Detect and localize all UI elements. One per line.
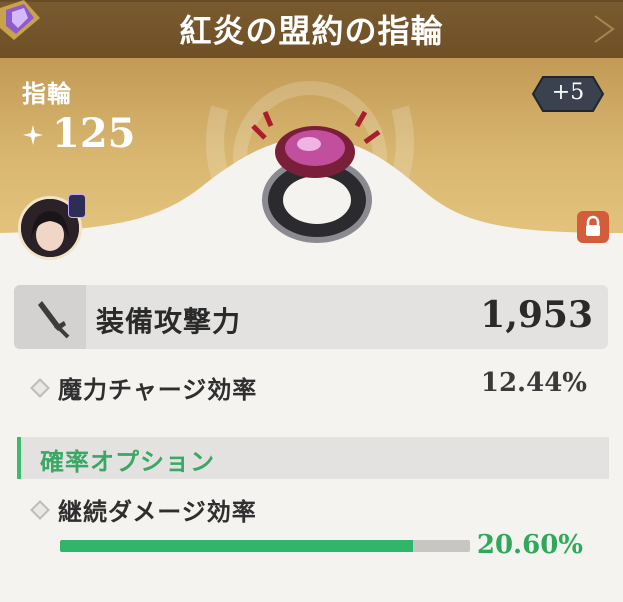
main-stat-label: 装備攻撃力 xyxy=(96,305,242,338)
character-element-badge xyxy=(68,194,86,218)
ring-item-image xyxy=(251,110,381,243)
item-detail-card: 紅炎の盟約の指輪 指輪 125 +5 装備攻撃力 1,953 魔力チャージ効率 … xyxy=(0,0,623,602)
lock-button[interactable] xyxy=(577,211,609,243)
title-bar: 紅炎の盟約の指輪 xyxy=(0,0,623,58)
lock-icon xyxy=(586,215,600,236)
item-title: 紅炎の盟約の指輪 xyxy=(179,12,444,50)
item-type-label: 指輪 xyxy=(22,80,72,108)
diamond-bullet-icon xyxy=(30,378,50,398)
main-stat-value: 1,953 xyxy=(480,294,593,336)
item-score: 125 xyxy=(52,110,136,157)
option-stat-label: 継続ダメージ効率 xyxy=(58,498,257,526)
sub-stat-value: 12.44% xyxy=(480,368,587,398)
option-stat-value: 20.60% xyxy=(476,530,583,560)
option-stat-progress-fill xyxy=(60,540,413,552)
enhance-level: +5 xyxy=(551,80,585,105)
sparkle-icon xyxy=(23,125,43,145)
sword-icon xyxy=(38,301,70,339)
main-stat-icon-box xyxy=(14,285,86,349)
option-stat-progress-bar xyxy=(60,540,470,552)
option-section-title: 確率オプション xyxy=(40,448,215,476)
diamond-bullet-icon xyxy=(30,500,50,520)
sub-stat-label: 魔力チャージ効率 xyxy=(58,376,258,404)
corner-ornament-icon xyxy=(594,15,615,43)
